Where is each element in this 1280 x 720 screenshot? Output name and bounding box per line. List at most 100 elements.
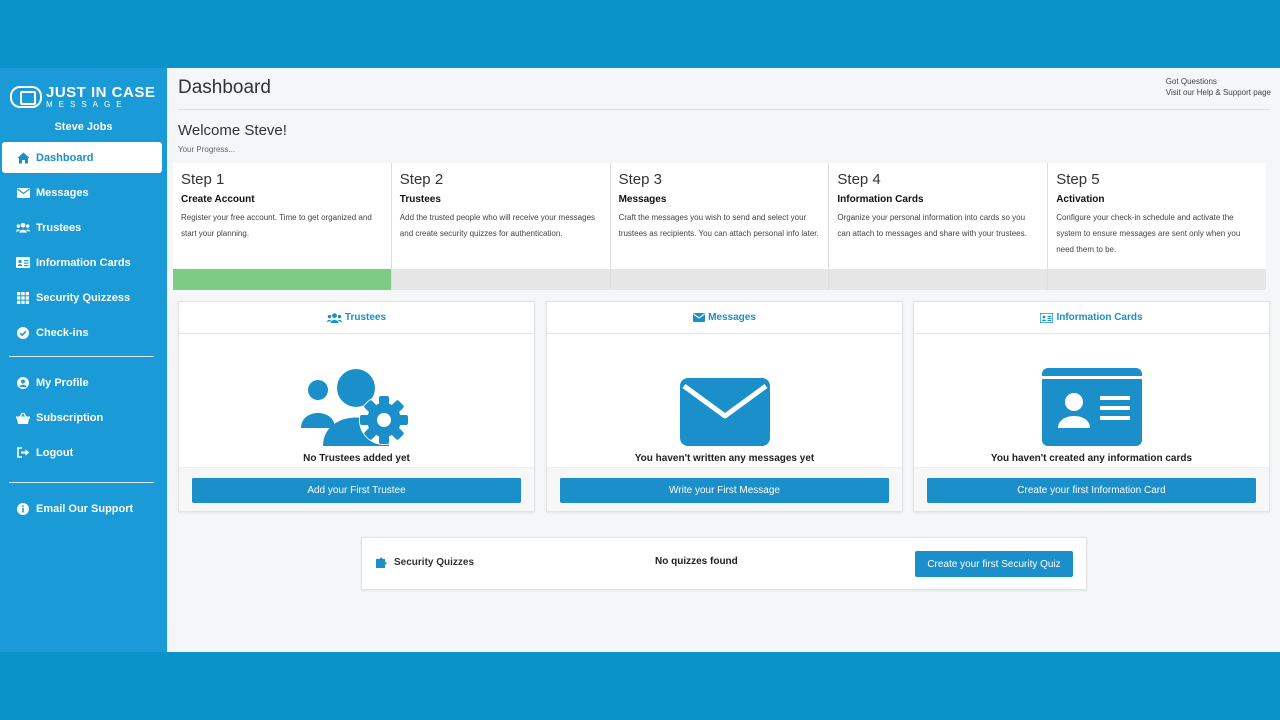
users-icon [326, 312, 342, 323]
card-title: Trustees [344, 312, 387, 323]
messages-illustration [547, 334, 902, 446]
step-title: Step 3 [618, 171, 662, 188]
step-progress-bar [1048, 269, 1266, 290]
sidebar-item-label: Security Quizzess [36, 291, 131, 304]
logout-icon [16, 446, 30, 460]
puzzle-icon [376, 556, 389, 568]
trustees-card: Trustees No Trustees added yet Add your … [178, 301, 535, 512]
sidebar-item-logout[interactable]: Logout [2, 437, 162, 468]
user-circle-icon [16, 376, 30, 390]
sidebar-item-trustees[interactable]: Trustees [2, 212, 162, 243]
step-description: Configure your check-in schedule and act… [1056, 213, 1241, 254]
sidebar-item-label: Dashboard [36, 151, 94, 164]
write-message-button[interactable]: Write your First Message [560, 477, 889, 503]
card-title: Messages [708, 312, 756, 323]
information-cards-illustration [914, 334, 1269, 446]
brand-name: JUST IN CASE [46, 84, 156, 101]
sidebar-account-nav: My Profile Subscription Logout [0, 367, 167, 468]
step-5: Step 5 Activation Configure your check-i… [1048, 163, 1266, 290]
step-title: Step 4 [837, 171, 881, 188]
brand-sub: MESSAGE [46, 100, 128, 109]
brand-logo[interactable]: JUST IN CASE MESSAGE [0, 76, 167, 118]
sidebar: JUST IN CASE MESSAGE Steve Jobs Dashboar… [0, 68, 167, 652]
step-description: Register your free account. Time to get … [181, 213, 372, 238]
quiz-label: Security Quizzes [376, 556, 474, 568]
envelope-logo-icon [10, 86, 42, 108]
app-window: JUST IN CASE MESSAGE Steve Jobs Dashboar… [0, 68, 1280, 652]
home-icon [16, 151, 30, 165]
step-1: Step 1 Create Account Register your free… [173, 163, 392, 290]
step-subtitle: Trustees [399, 194, 441, 205]
users-icon [16, 221, 30, 235]
envelope-icon [679, 378, 770, 446]
card-empty-message: No Trustees added yet [303, 453, 410, 464]
user-name: Steve Jobs [54, 121, 113, 133]
card-header: Messages [547, 302, 902, 334]
help-line-1: Got Questions [1165, 77, 1217, 86]
step-description: Organize your personal information into … [837, 213, 1027, 238]
step-progress-bar [610, 269, 829, 290]
add-trustee-button[interactable]: Add your First Trustee [192, 477, 521, 503]
sidebar-item-dashboard[interactable]: Dashboard [2, 142, 162, 173]
sidebar-item-label: Check-ins [36, 326, 89, 339]
card-header: Trustees [179, 302, 534, 334]
id-card-icon [1040, 312, 1054, 323]
sidebar-item-subscription[interactable]: Subscription [2, 402, 162, 433]
create-security-quiz-button[interactable]: Create your first Security Quiz [915, 551, 1073, 577]
sidebar-item-label: My Profile [36, 376, 89, 389]
sidebar-item-label: Information Cards [36, 256, 131, 269]
sidebar-support-nav: Email Our Support [0, 493, 167, 524]
step-subtitle: Create Account [181, 194, 255, 205]
information-cards-card: Information Cards You haven't created an… [913, 301, 1270, 512]
envelope-icon [693, 313, 706, 322]
sidebar-item-my-profile[interactable]: My Profile [2, 367, 162, 398]
main-content: Dashboard Got Questions Visit our Help &… [167, 68, 1280, 652]
step-description: Add the trusted people who will receive … [399, 213, 596, 238]
step-subtitle: Activation [1056, 194, 1105, 205]
step-2: Step 2 Trustees Add the trusted people w… [391, 163, 611, 290]
card-empty-message: You haven't created any information card… [990, 453, 1193, 464]
sidebar-item-email-support[interactable]: Email Our Support [2, 493, 162, 524]
sidebar-item-information-cards[interactable]: Information Cards [2, 247, 162, 278]
quiz-empty-message: No quizzes found [655, 556, 738, 567]
card-empty-message: You haven't written any messages yet [634, 453, 815, 464]
sidebar-item-label: Messages [36, 186, 89, 199]
sidebar-divider [9, 482, 154, 483]
messages-card: Messages You haven't written any message… [546, 301, 903, 512]
trustees-illustration [179, 334, 534, 446]
step-subtitle: Messages [618, 194, 667, 205]
sidebar-item-messages[interactable]: Messages [2, 177, 162, 208]
welcome-title: Welcome Steve! [178, 122, 287, 139]
step-progress-bar [391, 269, 610, 290]
create-information-card-button[interactable]: Create your first Information Card [927, 477, 1256, 503]
envelope-icon [16, 186, 30, 200]
card-title: Information Cards [1056, 312, 1143, 323]
help-link[interactable]: Got Questions Visit our Help & Support p… [1166, 76, 1271, 98]
users-gear-icon [300, 369, 409, 446]
sidebar-item-label: Trustees [36, 221, 82, 234]
step-title: Step 2 [399, 171, 444, 188]
step-description: Craft the messages you wish to send and … [618, 213, 819, 238]
step-4: Step 4 Information Cards Organize your p… [829, 163, 1049, 290]
quiz-label-text: Security Quizzes [394, 556, 475, 568]
sidebar-nav: Dashboard Messages Trustees Information … [0, 142, 167, 348]
sidebar-item-label: Logout [36, 446, 74, 459]
progress-steps: Step 1 Create Account Register your free… [173, 163, 1266, 290]
card-header: Information Cards [914, 302, 1269, 334]
sidebar-item-label: Email Our Support [36, 502, 134, 515]
step-title: Step 1 [181, 171, 225, 188]
sidebar-item-security-quizzess[interactable]: Security Quizzess [2, 282, 162, 313]
help-line-2: Visit our Help & Support page [1165, 88, 1271, 97]
info-icon [16, 502, 30, 516]
step-subtitle: Information Cards [837, 194, 924, 205]
sidebar-item-check-ins[interactable]: Check-ins [2, 317, 162, 348]
check-circle-icon [16, 326, 30, 340]
sidebar-divider [9, 356, 154, 357]
progress-label: Your Progress... [178, 145, 236, 154]
id-card-icon [1041, 368, 1142, 446]
step-progress-bar [173, 269, 391, 290]
step-title: Step 5 [1056, 171, 1100, 188]
step-progress-fill [173, 269, 391, 290]
header-divider [178, 109, 1270, 110]
page-title: Dashboard [178, 77, 271, 98]
